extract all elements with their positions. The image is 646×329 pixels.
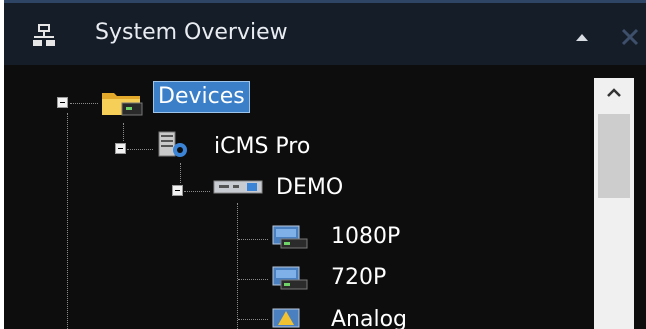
dvr-device-icon <box>213 177 263 201</box>
collapse-up-icon[interactable] <box>570 27 594 47</box>
panel-title: System Overview <box>95 20 288 45</box>
tree-connector <box>127 149 153 150</box>
close-icon[interactable] <box>616 23 644 51</box>
device-tree: Devices iCMS Pro DEMO 1080P 720P Analog <box>4 65 594 329</box>
scrollbar-thumb[interactable] <box>598 114 630 198</box>
collapse-toggle-icon[interactable] <box>115 143 126 154</box>
tree-node-label[interactable]: 720P <box>327 263 390 293</box>
collapse-toggle-icon[interactable] <box>57 97 68 108</box>
tree-connector <box>238 239 268 240</box>
tree-connector <box>67 113 68 329</box>
tree-node-label[interactable]: iCMS Pro <box>210 132 314 162</box>
camera-icon <box>270 222 310 254</box>
folder-camera-icon <box>100 87 144 121</box>
scroll-up-icon[interactable] <box>594 78 634 108</box>
tree-connector <box>180 163 181 183</box>
server-gear-icon <box>156 130 190 164</box>
camera-icon <box>270 263 310 295</box>
tree-node-label[interactable]: Devices <box>153 81 250 113</box>
tree-connector <box>123 123 124 141</box>
collapse-toggle-icon[interactable] <box>172 185 183 196</box>
panel-header: System Overview <box>4 3 646 65</box>
tree-connector <box>238 319 268 320</box>
network-icon <box>32 23 56 47</box>
tree-connector <box>70 103 98 104</box>
system-overview-panel: System Overview Devices iCMS Pro DEMO 10… <box>4 0 646 329</box>
camera-warning-icon <box>270 305 310 329</box>
tree-node-label[interactable]: Analog <box>327 305 411 329</box>
tree-connector <box>237 203 238 329</box>
tree-connector <box>184 191 210 192</box>
tree-node-label[interactable]: DEMO <box>272 173 347 203</box>
vertical-scrollbar[interactable] <box>594 78 634 329</box>
tree-node-label[interactable]: 1080P <box>327 222 404 252</box>
tree-connector <box>238 279 268 280</box>
